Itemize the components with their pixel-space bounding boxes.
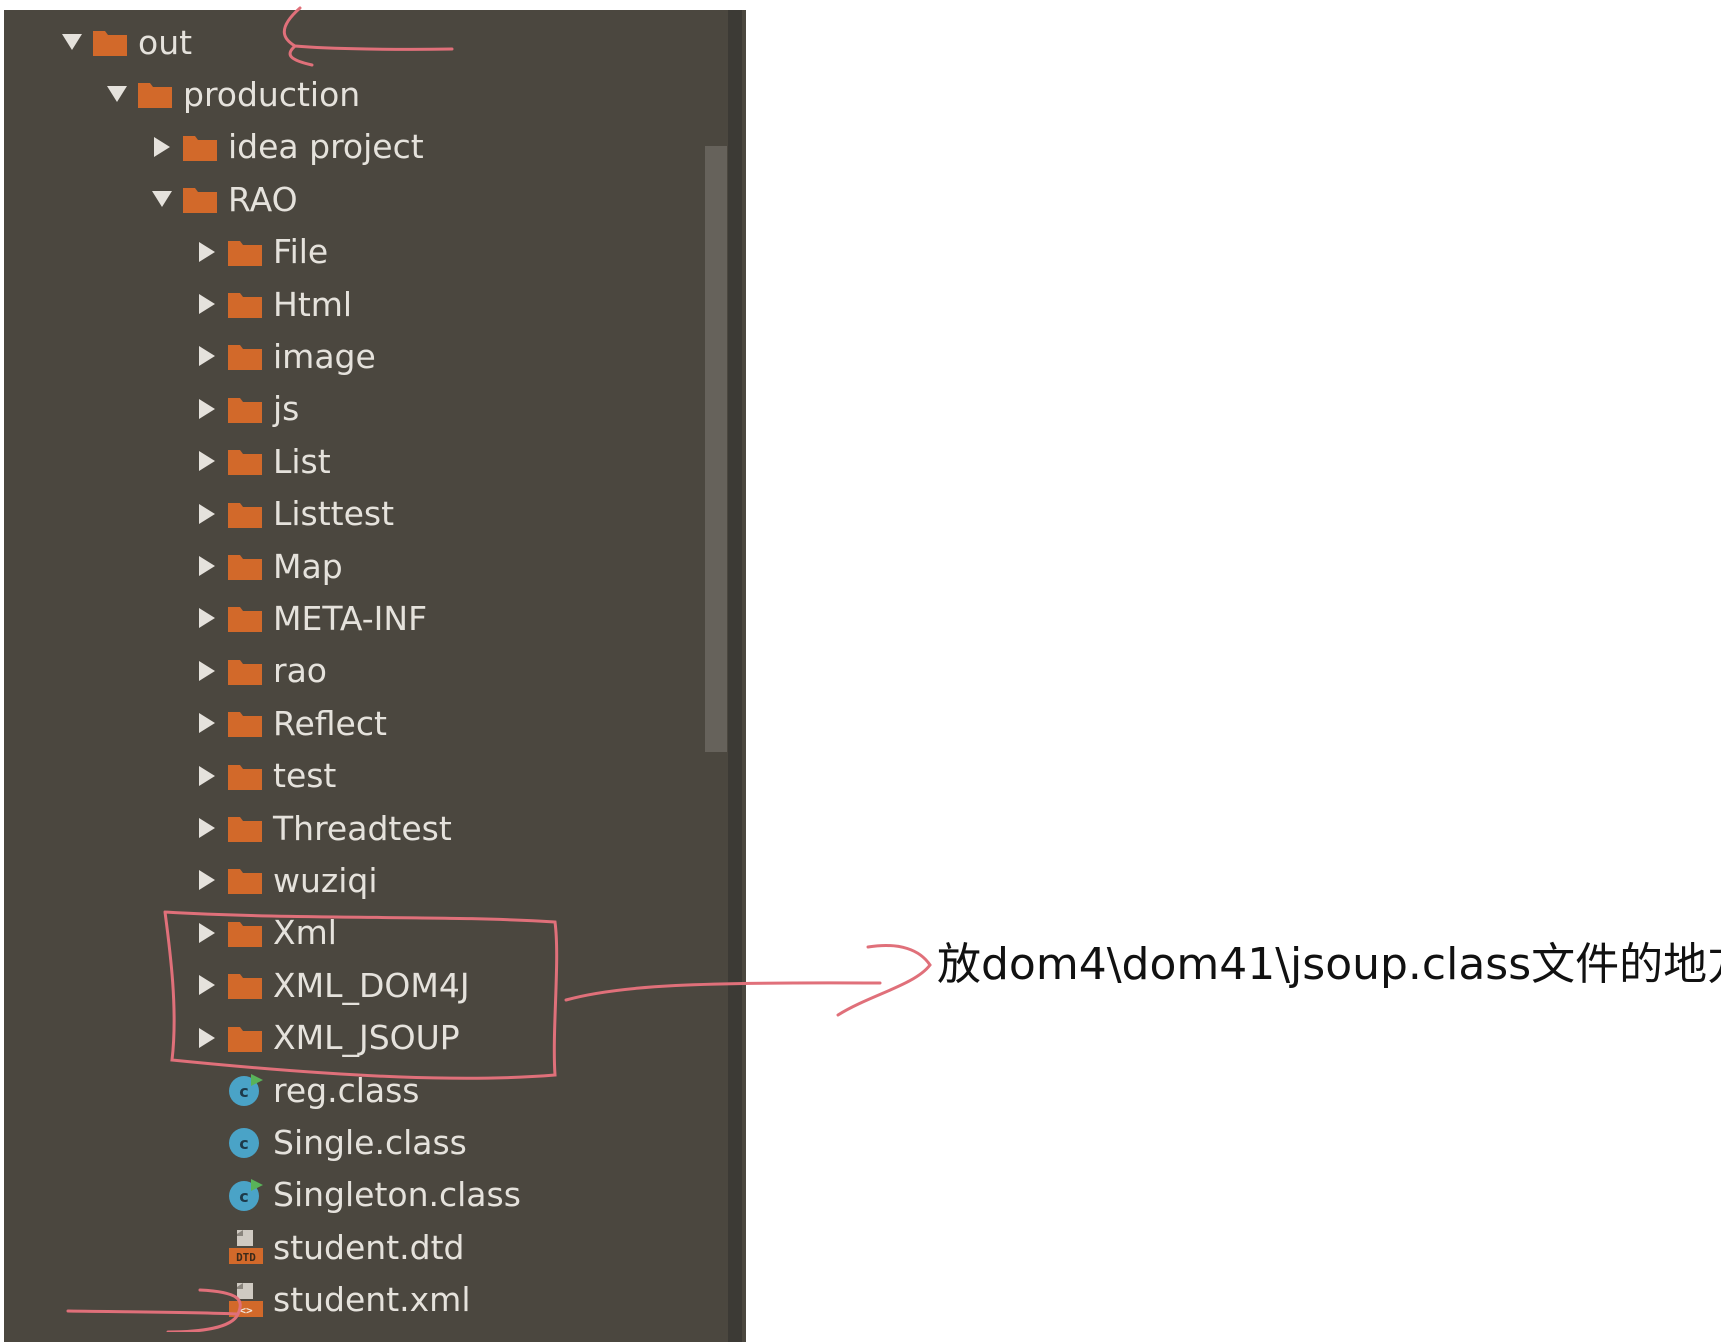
pen-box-xml-folders <box>163 910 559 1080</box>
pen-arrow-out <box>282 6 454 67</box>
pen-markup-layer <box>66 6 932 1332</box>
pen-connector-line <box>564 981 882 1002</box>
pen-arrow-student-xml <box>66 1288 242 1332</box>
pen-bracket-annotation <box>836 944 932 1017</box>
